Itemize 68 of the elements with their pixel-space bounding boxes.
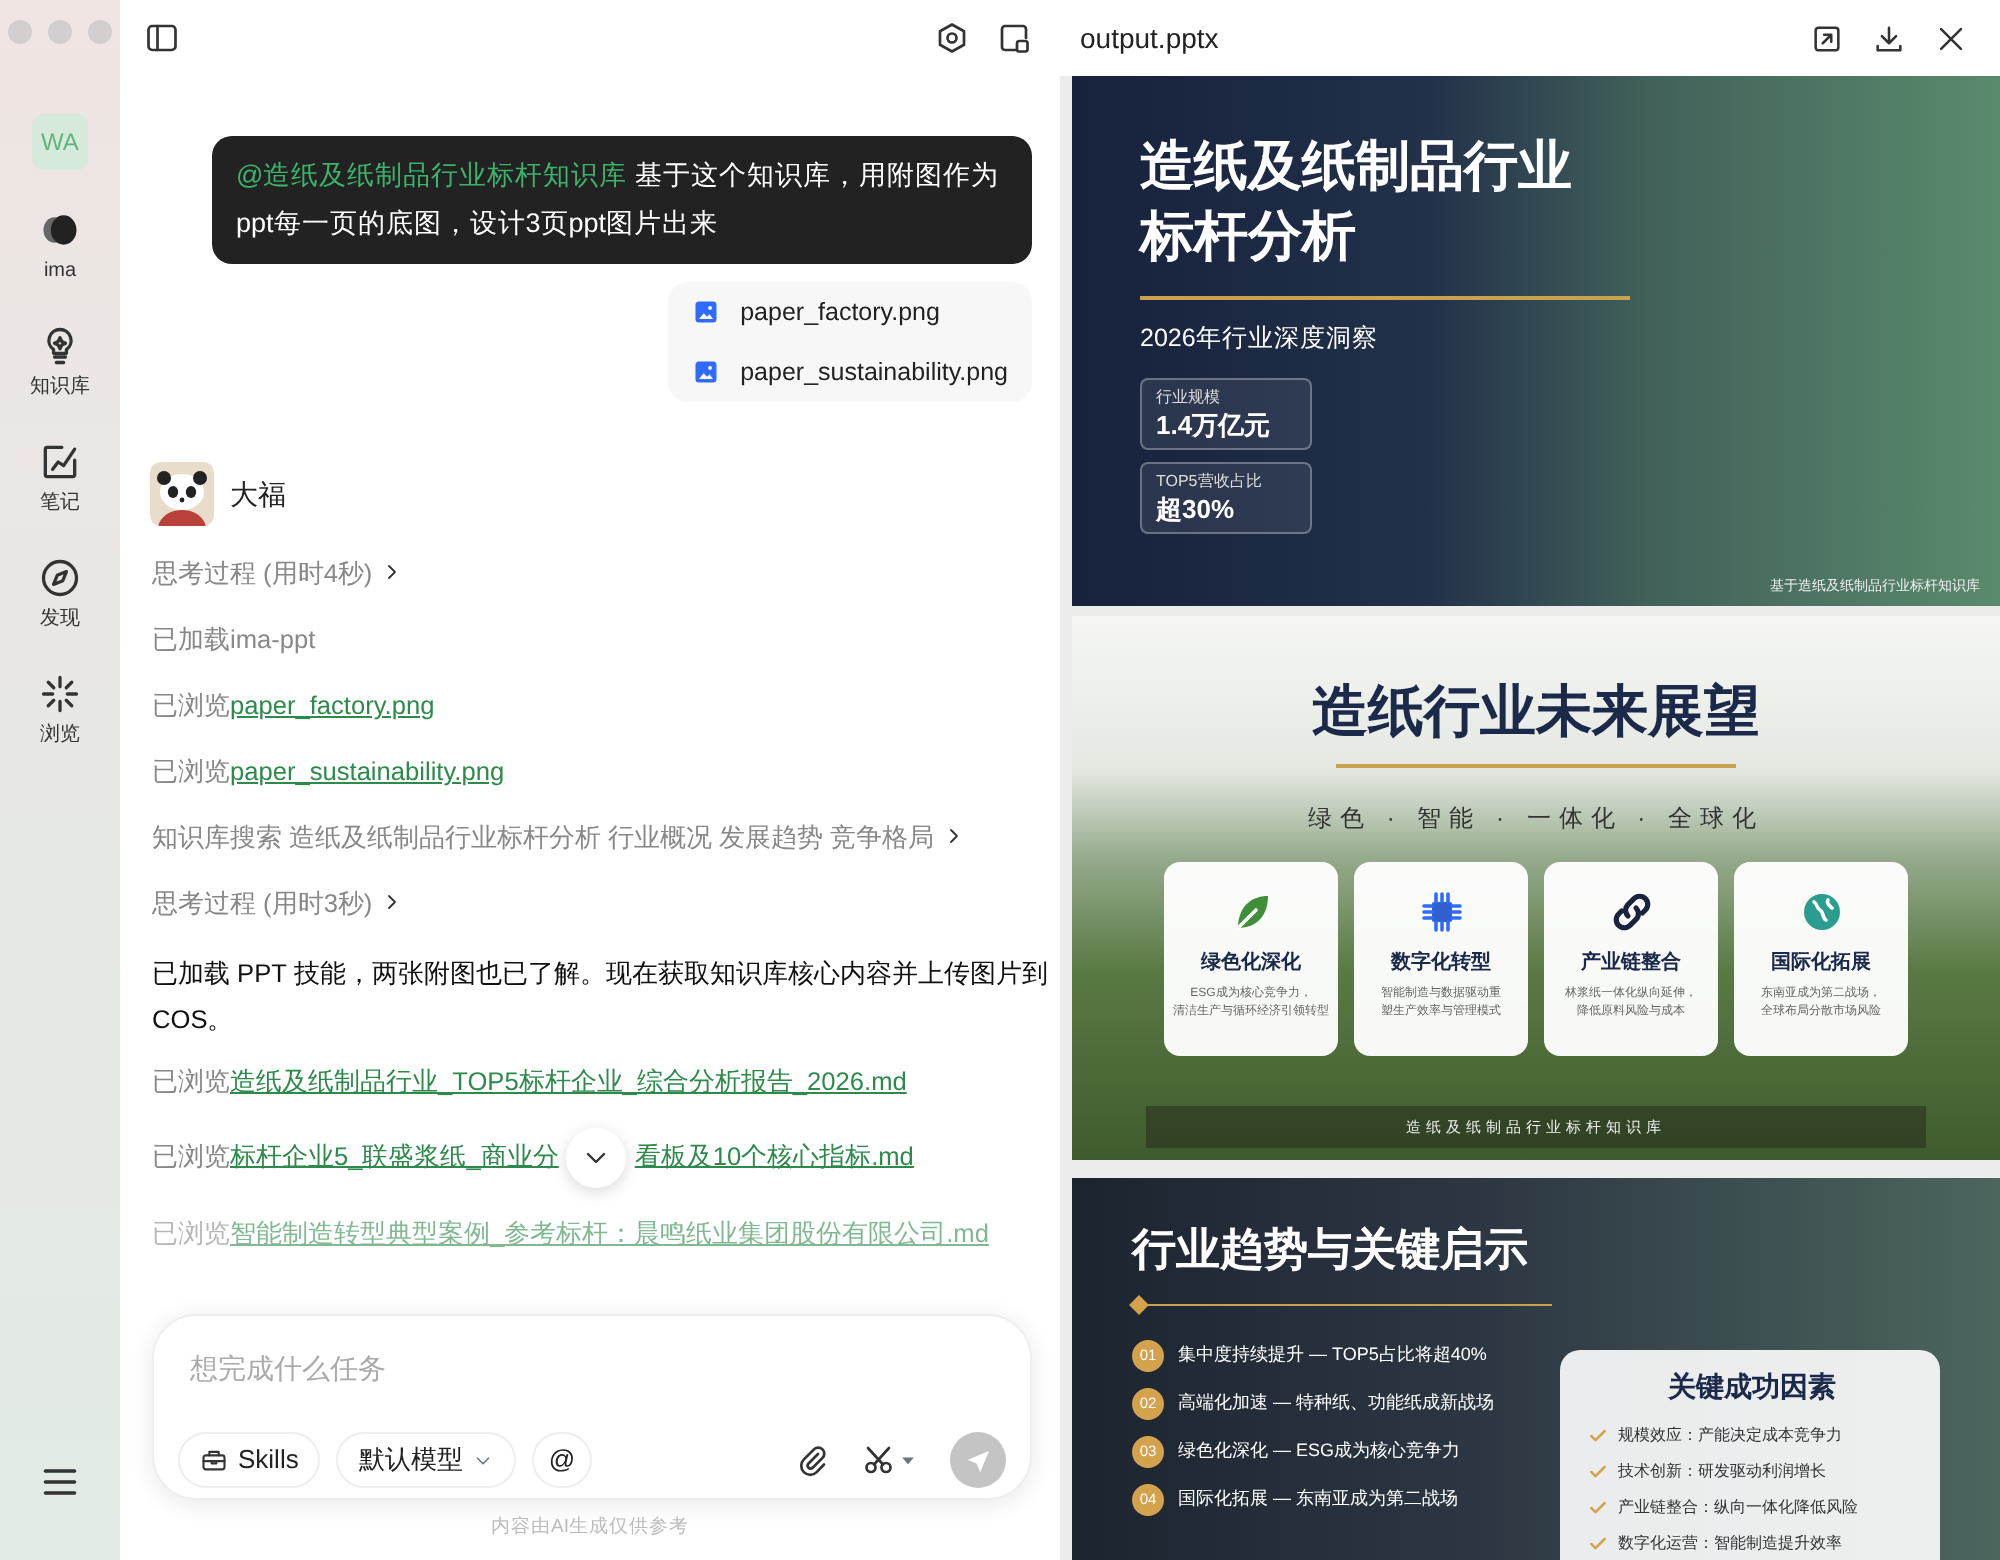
factor-text: 产业链整合：纵向一体化降低风险: [1618, 1496, 1858, 1520]
mention-button[interactable]: @: [532, 1432, 592, 1488]
paperclip-icon[interactable]: [794, 1442, 830, 1478]
window-icon[interactable]: [996, 20, 1032, 56]
image-file-icon: [692, 298, 721, 326]
card-title: 产业链整合: [1581, 949, 1681, 977]
send-icon: [963, 1445, 993, 1475]
skills-button[interactable]: Skills: [178, 1432, 321, 1488]
sidebar-item[interactable]: 发现: [38, 556, 82, 634]
disclaimer-text: 内容由AI生成仅供参考: [489, 1514, 691, 1542]
browse-label: 已浏览: [152, 1066, 230, 1096]
process-step[interactable]: 思考过程 (用时3秒): [152, 888, 373, 918]
slide-title: 标杆分析: [1140, 204, 1358, 270]
slide-title: 行业趋势与关键启示: [1132, 1222, 1530, 1278]
slide-title: 造纸及纸制品行业: [1140, 134, 1574, 200]
stat-label: TOP5营收占比: [1156, 469, 1264, 492]
browse-label: 已浏览: [152, 1140, 230, 1171]
sidebar-item[interactable]: 笔记: [38, 440, 82, 518]
slide-subtitle: 绿色 · 智能 · 一体化 · 全球化: [1308, 801, 1764, 835]
card-title: 数字化转型: [1391, 948, 1491, 977]
process-step[interactable]: 知识库搜索 造纸及纸制品行业标杆分析 行业概况 发展趋势 竞争格局: [152, 822, 935, 852]
slide-title: 造纸行业未来展望: [1312, 678, 1760, 746]
note-icon: [38, 440, 82, 484]
attachment-name[interactable]: paper_factory.png: [740, 294, 940, 330]
factor-text: 数字化运营：智能制造提升效率: [1618, 1532, 1842, 1556]
browse-label: 已浏览: [152, 690, 230, 720]
card-title: 国际化拓展: [1771, 949, 1871, 977]
sidebar-item[interactable]: 浏览: [38, 672, 82, 750]
file-title: output.pptx: [1080, 19, 1219, 58]
card-title: 绿色化深化: [1201, 949, 1301, 977]
factor-text: 规模效应：产能决定成本竞争力: [1618, 1424, 1842, 1448]
trend-text: 高端化加速 — 特种纸、功能纸成新战场: [1178, 1390, 1495, 1417]
attachment-name[interactable]: paper_sustainability.png: [740, 354, 1008, 390]
sidebar-item[interactable]: 知识库: [30, 324, 90, 402]
slide-subtitle: 2026年行业深度洞察: [1140, 322, 1380, 356]
panel-title: 关键成功因素: [1665, 1368, 1838, 1406]
panda-avatar-icon: [150, 462, 214, 526]
open-external-icon[interactable]: [1810, 21, 1844, 55]
trend-text: 绿色化深化 — ESG成为核心竞争力: [1178, 1438, 1461, 1465]
file-link[interactable]: 造纸及纸制品行业_TOP5标杆企业_综合分析报告_2026.md: [230, 1066, 907, 1096]
browse-label: 已浏览: [152, 1218, 230, 1248]
user-message: @造纸及纸制品行业标杆知识库 基于这个知识库，用附图作为ppt每一页的底图，设计3页ppt图片出来: [212, 136, 1032, 264]
file-link[interactable]: paper_sustainability.png: [230, 756, 505, 786]
process-step: 已加载ima-ppt: [152, 620, 1048, 660]
stat-value: 1.4万亿元: [1156, 407, 1273, 442]
sidebar-toggle-icon[interactable]: [144, 20, 180, 56]
compass-icon: [38, 556, 82, 600]
browse-label: 已浏览: [152, 756, 230, 786]
file-link[interactable]: 看板及10个核心指标.md: [634, 1140, 914, 1171]
sparkle-icon: [38, 672, 82, 716]
file-link[interactable]: 标杆企业5_联盛浆纸_商业分: [230, 1140, 559, 1171]
stat-value: 超30%: [1156, 491, 1237, 526]
image-file-icon: [692, 358, 721, 386]
assistant-name: 大福: [230, 475, 286, 513]
chip-icon: [1417, 887, 1465, 935]
assistant-message: 已加载 PPT 技能，两张附图也已了解。现在获取知识库核心内容并上传图片到 COS。: [152, 956, 1048, 1038]
process-step[interactable]: 思考过程 (用时4秒): [152, 558, 373, 588]
scissors-icon[interactable]: [862, 1442, 918, 1478]
sidebar-item[interactable]: ima: [38, 208, 82, 286]
trend-text: 国际化拓展 — 东南亚成为第二战场: [1178, 1486, 1459, 1513]
stat-label: 行业规模: [1156, 385, 1222, 408]
model-dropdown[interactable]: 默认模型: [336, 1432, 517, 1488]
factor-text: 技术创新：研发驱动利润增长: [1618, 1460, 1826, 1484]
file-link[interactable]: paper_factory.png: [230, 690, 435, 720]
briefcase-icon: [200, 1446, 228, 1474]
settings-icon[interactable]: [934, 20, 970, 56]
trend-text: 集中度持续提升 — TOP5占比将超40%: [1178, 1342, 1487, 1369]
download-icon[interactable]: [1872, 21, 1906, 55]
